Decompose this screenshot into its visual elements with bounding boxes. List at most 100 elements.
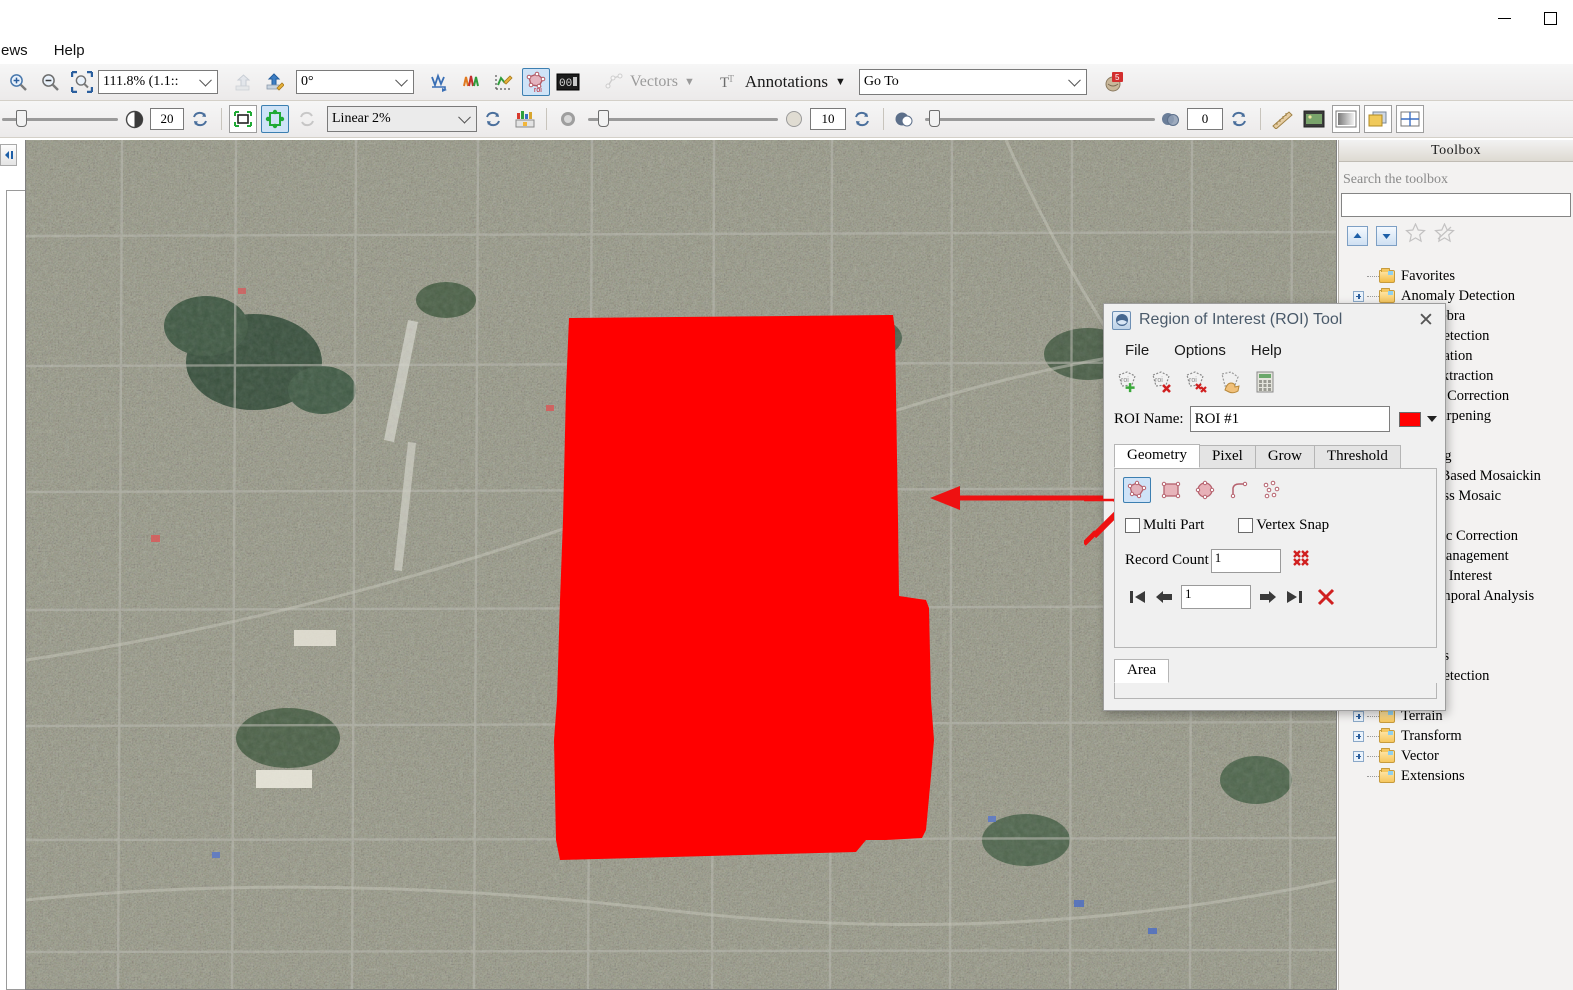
close-icon[interactable]: ✕ [1413,307,1439,333]
nav-delete-icon[interactable] [1313,585,1339,609]
zoom-in-icon[interactable] [4,68,32,96]
toolbox-tree-item[interactable]: Favorites [1345,266,1573,286]
measure-tool-icon[interactable] [1268,105,1296,133]
options-check-row: Multi Part Vertex Snap [1115,503,1436,534]
blend-value-input[interactable]: 0 [1187,108,1223,130]
roi-statistics-icon[interactable] [1250,368,1280,396]
add-favorite-star-icon[interactable] [1405,222,1426,248]
measure-profile-icon[interactable] [490,68,518,96]
toolbox-tree-item[interactable]: Vector [1345,746,1573,766]
toolbox-tree-item[interactable]: Transform [1345,726,1573,746]
multi-part-checkbox[interactable] [1125,518,1140,533]
zoom-to-fit-icon[interactable] [68,68,96,96]
tab-pixel[interactable]: Pixel [1198,445,1256,468]
portal-icon[interactable] [1332,105,1360,133]
blend-slider[interactable] [925,109,1155,127]
reset-stretch-icon[interactable] [479,105,507,133]
stretch-on-roi-icon[interactable] [261,105,289,133]
roi-menu-file[interactable]: File [1114,340,1160,361]
tab-geometry[interactable]: Geometry [1114,444,1200,468]
chevron-down-icon[interactable] [1427,416,1437,422]
roi-tool-icon[interactable]: roi [522,68,550,96]
nav-last-icon[interactable] [1281,585,1307,609]
pixel-values-icon[interactable]: 00 [554,68,582,96]
delete-records-icon[interactable] [1291,548,1311,573]
tab-area[interactable]: Area [1114,659,1170,683]
tree-connector [1367,755,1379,757]
chevron-down-icon [395,73,408,87]
nav-next-icon[interactable] [1255,585,1281,609]
multi-profile-icon[interactable] [458,68,486,96]
record-count-input[interactable]: 1 [1210,548,1281,573]
menu-views[interactable]: ews [0,40,40,61]
rotation-combo[interactable]: 0° [296,70,414,94]
pan-up-icon[interactable] [228,68,256,96]
ellipse-tool-icon[interactable] [1191,477,1219,503]
contrast-icon[interactable] [120,105,148,133]
record-index-input[interactable]: 1 [1181,585,1251,609]
histogram-icon[interactable] [511,105,539,133]
brightness-slider[interactable] [2,109,118,127]
brightness-value-input[interactable]: 20 [150,108,184,130]
record-count-row: Record Count 1 [1115,534,1436,573]
polygon-tool-icon[interactable] [1123,477,1151,503]
vectors-menu-button[interactable]: Vectors ▼ [630,73,695,91]
expand-plus-icon[interactable] [1353,290,1364,302]
goto-combo[interactable]: Go To [858,69,1087,95]
stretch-on-view-icon[interactable] [229,105,257,133]
chevron-down-icon: ▼ [683,76,695,88]
expand-panel-button[interactable] [0,144,17,166]
new-roi-icon[interactable]: roi [1114,368,1144,396]
svg-text:roi: roi [1121,377,1129,384]
folder-icon [1379,727,1395,743]
roi-menu-help[interactable]: Help [1240,340,1293,361]
folder-tab-icon [1388,730,1393,735]
delete-roi-icon[interactable]: roi [1148,368,1178,396]
svg-text:roi: roi [1155,377,1163,384]
vertex-snap-checkbox[interactable] [1238,518,1254,533]
expand-plus-icon[interactable] [1353,750,1364,762]
expand-plus-icon[interactable] [1353,710,1364,722]
view-image-icon[interactable] [1300,105,1328,133]
rectangle-tool-icon[interactable] [1157,477,1185,503]
minimize-button[interactable] [1481,0,1527,36]
maximize-button[interactable] [1527,0,1573,36]
collapse-all-icon[interactable] [1347,225,1368,246]
blend-reset-icon[interactable] [1225,105,1253,133]
stretch-refresh-icon[interactable] [293,105,321,133]
polyline-tool-icon[interactable] [1225,477,1253,503]
reset-contrast-icon[interactable] [186,105,214,133]
bookmark-flag-icon[interactable]: 5 [1099,68,1127,96]
roi-name-input[interactable]: ROI #1 [1189,406,1390,432]
stretch-type-combo[interactable]: Linear 2% [327,106,477,132]
points-tool-icon[interactable] [1259,477,1287,503]
toolbox-tree-item[interactable]: Extensions [1345,766,1573,786]
roi-tab-bar: Geometry Pixel Grow Threshold [1114,444,1445,468]
zoom-out-icon[interactable] [36,68,64,96]
folder-icon [1379,767,1395,783]
expand-plus-icon[interactable] [1353,730,1364,742]
spectral-profile-icon[interactable] [426,68,454,96]
toolbox-search-input[interactable] [1341,193,1571,217]
annotations-icon: T T [715,68,743,96]
zoom-level-combo[interactable]: 111.8% (1.1:: [98,70,218,94]
select-roi-icon[interactable] [1216,368,1246,396]
toolbox-button-row [1339,217,1573,252]
transparency-slider[interactable] [588,109,778,127]
flicker-icon[interactable] [1396,105,1424,133]
tab-grow[interactable]: Grow [1254,445,1315,468]
nav-prev-icon[interactable] [1151,585,1177,609]
annotations-menu-button[interactable]: Annotations ▼ [745,72,846,92]
nav-first-icon[interactable] [1125,585,1151,609]
roi-color-swatch[interactable] [1399,411,1421,427]
delete-all-roi-icon[interactable]: roi [1182,368,1212,396]
blend-layers-icon[interactable] [1364,105,1392,133]
menu-help[interactable]: Help [42,40,97,61]
pan-up-edit-icon[interactable] [260,68,288,96]
expand-all-icon[interactable] [1376,225,1397,246]
tab-threshold[interactable]: Threshold [1314,445,1401,468]
transparency-reset-icon[interactable] [848,105,876,133]
roi-menu-options[interactable]: Options [1163,340,1237,361]
remove-favorite-star-icon[interactable] [1434,222,1455,248]
transparency-value-input[interactable]: 10 [810,108,846,130]
